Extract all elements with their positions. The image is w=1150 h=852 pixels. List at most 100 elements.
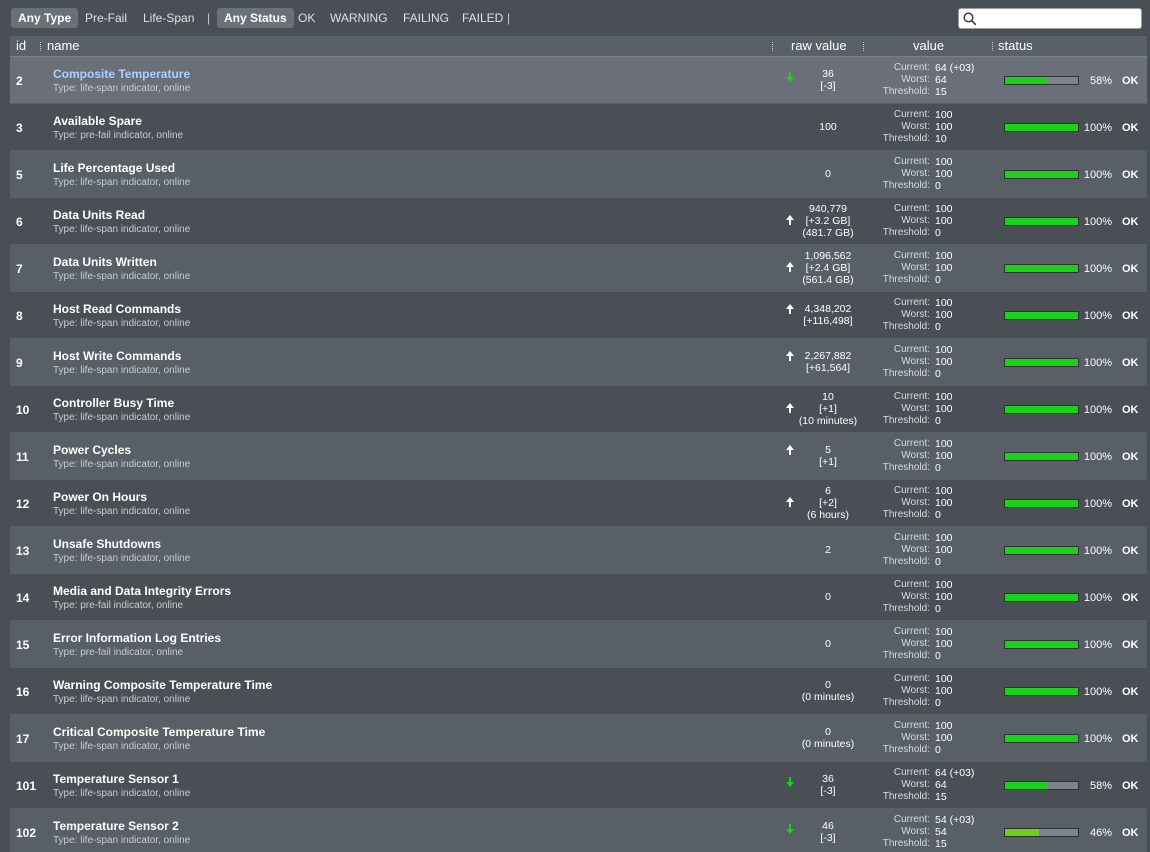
raw-value-line: 36 xyxy=(822,68,834,80)
table-row[interactable]: 8 Host Read Commands Type: life-span indic… xyxy=(10,291,1147,338)
current-value: 100 xyxy=(935,579,953,591)
filter-pre-fail[interactable]: Pre-Fail xyxy=(78,8,134,28)
table-row[interactable]: 3 Available Spare Type: pre-fail indicator… xyxy=(10,103,1147,150)
value-values: 64 (+03) 64 15 xyxy=(935,62,995,98)
status-badge: OK xyxy=(1122,498,1139,510)
attribute-type: Type: life-span indicator, online xyxy=(53,788,191,799)
raw-value: 0 xyxy=(780,591,876,603)
health-percent: 100% xyxy=(1083,357,1112,369)
header-status[interactable]: status xyxy=(998,38,1033,53)
column-divider[interactable] xyxy=(863,42,864,51)
attribute-type: Type: life-span indicator, online xyxy=(53,177,191,188)
worst-label: Worst: xyxy=(901,356,930,367)
table-row[interactable]: 11 Power Cycles Type: life-span indicator,… xyxy=(10,432,1147,479)
column-divider[interactable] xyxy=(992,42,993,51)
value-values: 100 100 0 xyxy=(935,532,995,568)
threshold-value: 15 xyxy=(935,86,947,98)
table-row[interactable]: 101 Temperature Sensor 1 Type: life-span i… xyxy=(10,761,1147,808)
filter-failing[interactable]: FAILING xyxy=(396,8,456,28)
header-value[interactable]: value xyxy=(913,38,944,53)
current-value: 100 xyxy=(935,250,953,262)
raw-value-line: [-3] xyxy=(820,80,836,92)
raw-value: 1,096,562 [+2.4 GB] (561.4 GB) xyxy=(780,250,876,286)
value-values: 100 100 0 xyxy=(935,391,995,427)
worst-value: 100 xyxy=(935,544,953,556)
worst-value: 100 xyxy=(935,450,953,462)
filter-life-span[interactable]: Life-Span xyxy=(136,8,201,28)
header-raw-value[interactable]: raw value xyxy=(791,38,847,53)
current-label: Current: xyxy=(893,767,930,778)
attributes-table: 2 Composite Temperature Type: life-span in… xyxy=(10,56,1147,852)
raw-value-line: 36 xyxy=(822,773,834,785)
health-bar xyxy=(1004,76,1079,85)
filter-warning[interactable]: WARNING xyxy=(323,8,395,28)
table-row[interactable]: 16 Warning Composite Temperature Time Type… xyxy=(10,667,1147,714)
worst-label: Worst: xyxy=(901,403,930,414)
attribute-id: 101 xyxy=(16,779,37,793)
filter-failed[interactable]: FAILED xyxy=(455,8,510,28)
attribute-name: Warning Composite Temperature Time xyxy=(53,678,273,692)
attribute-type: Type: life-span indicator, online xyxy=(53,224,191,235)
table-row[interactable]: 2 Composite Temperature Type: life-span in… xyxy=(10,56,1147,103)
current-label: Current: xyxy=(893,297,930,308)
status-badge: OK xyxy=(1122,263,1139,275)
column-divider[interactable] xyxy=(772,42,773,51)
attribute-id: 15 xyxy=(16,638,30,652)
worst-value: 100 xyxy=(935,497,953,509)
filter-ok[interactable]: OK xyxy=(291,8,322,28)
table-row[interactable]: 7 Data Units Written Type: life-span indic… xyxy=(10,244,1147,291)
filter-any-type[interactable]: Any Type xyxy=(11,8,79,28)
current-label: Current: xyxy=(893,391,930,402)
table-row[interactable]: 17 Critical Composite Temperature Time Typ… xyxy=(10,714,1147,761)
health-bar-fill xyxy=(1005,453,1078,460)
raw-value-line: [+2] xyxy=(819,497,837,509)
table-row[interactable]: 102 Temperature Sensor 2 Type: life-span i… xyxy=(10,808,1147,852)
raw-value-line: [-3] xyxy=(820,785,836,797)
current-value: 100 xyxy=(935,438,953,450)
health-bar-fill xyxy=(1005,171,1078,178)
health-bar xyxy=(1004,405,1079,414)
attribute-name: Host Read Commands xyxy=(53,302,182,316)
value-values: 100 100 0 xyxy=(935,203,995,239)
threshold-value: 0 xyxy=(935,321,941,333)
status-badge: OK xyxy=(1122,169,1139,181)
value-labels: Current: Worst: Threshold: xyxy=(868,673,930,709)
threshold-label: Threshold: xyxy=(882,556,930,567)
health-bar-fill xyxy=(1005,312,1078,319)
status-badge: OK xyxy=(1122,733,1139,745)
raw-value-line: 940,779 xyxy=(809,203,847,215)
table-row[interactable]: 15 Error Information Log Entries Type: pre… xyxy=(10,620,1147,667)
table-row[interactable]: 6 Data Units Read Type: life-span indicato… xyxy=(10,197,1147,244)
worst-value: 100 xyxy=(935,309,953,321)
attribute-id: 16 xyxy=(16,685,30,699)
table-row[interactable]: 10 Controller Busy Time Type: life-span in… xyxy=(10,385,1147,432)
value-labels: Current: Worst: Threshold: xyxy=(868,250,930,286)
raw-value-line: 5 xyxy=(825,444,831,456)
attribute-name: Temperature Sensor 2 xyxy=(53,819,179,833)
table-row[interactable]: 13 Unsafe Shutdowns Type: life-span indica… xyxy=(10,526,1147,573)
worst-label: Worst: xyxy=(901,497,930,508)
worst-label: Worst: xyxy=(901,826,930,837)
table-row[interactable]: 5 Life Percentage Used Type: life-span ind… xyxy=(10,150,1147,197)
status-badge: OK xyxy=(1122,545,1139,557)
search-input[interactable] xyxy=(958,8,1142,29)
table-row[interactable]: 9 Host Write Commands Type: life-span indi… xyxy=(10,338,1147,385)
health-percent: 100% xyxy=(1083,686,1112,698)
worst-value: 100 xyxy=(935,168,953,180)
health-percent: 100% xyxy=(1083,169,1112,181)
header-name[interactable]: name xyxy=(47,38,80,53)
table-row[interactable]: 12 Power On Hours Type: life-span indicato… xyxy=(10,479,1147,526)
raw-value-line: 2,267,882 xyxy=(804,350,852,362)
worst-value: 100 xyxy=(935,121,953,133)
column-divider[interactable] xyxy=(40,42,41,51)
attribute-id: 6 xyxy=(16,215,23,229)
threshold-label: Threshold: xyxy=(882,697,930,708)
table-row[interactable]: 14 Media and Data Integrity Errors Type: p… xyxy=(10,573,1147,620)
health-percent: 100% xyxy=(1083,122,1112,134)
attribute-id: 8 xyxy=(16,309,23,323)
status-badge: OK xyxy=(1122,639,1139,651)
health-bar-fill xyxy=(1005,594,1078,601)
header-id[interactable]: id xyxy=(16,38,26,53)
value-labels: Current: Worst: Threshold: xyxy=(868,156,930,192)
filter-any-status[interactable]: Any Status xyxy=(217,8,294,28)
